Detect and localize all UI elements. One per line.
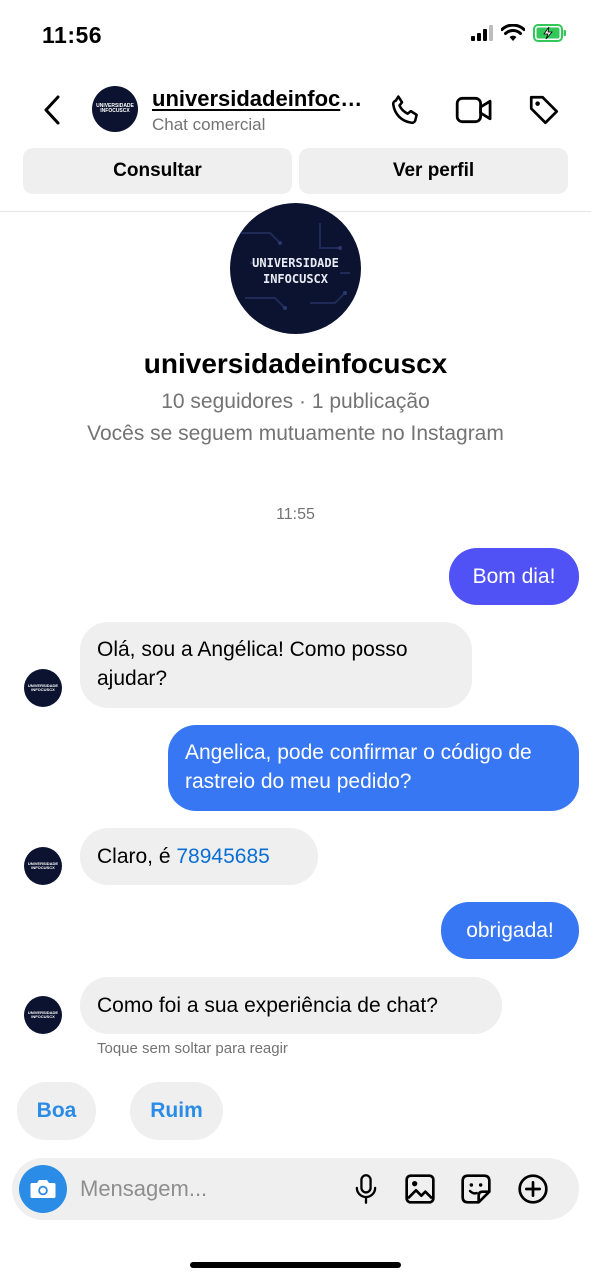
sticker-icon: [461, 1174, 491, 1204]
microphone-icon: [355, 1174, 377, 1204]
chat-header: UNIVERSIDADE INFOCUSCX universidadeinfoc…: [0, 78, 591, 142]
profile-mutual-follow: Vocês se seguem mutuamente no Instagram: [87, 422, 504, 445]
gallery-button[interactable]: [402, 1171, 438, 1207]
tag-icon: [529, 95, 559, 125]
outgoing-message[interactable]: obrigada!: [441, 902, 579, 959]
message-timestamp: 11:55: [276, 506, 315, 523]
react-hint: Toque sem soltar para reagir: [97, 1040, 288, 1057]
sender-avatar[interactable]: UNIVERSIDADE INFOCUSCX: [24, 669, 62, 707]
chevron-left-icon: [44, 95, 60, 125]
more-options-button[interactable]: [515, 1171, 551, 1207]
outgoing-message[interactable]: Angelica, pode confirmar o código de ras…: [168, 725, 579, 811]
profile-name: universidadeinfocuscx: [143, 348, 448, 379]
status-time: 11:56: [42, 22, 103, 48]
chat-title[interactable]: universidadeinfocuscx: [152, 86, 364, 112]
status-bar: 11:56: [0, 0, 591, 70]
profile-avatar-line1: UNIVERSIDADE: [252, 256, 339, 270]
phone-call-button[interactable]: [386, 90, 426, 130]
message-text: Claro, é: [97, 845, 177, 868]
outgoing-message[interactable]: Bom dia!: [449, 548, 579, 605]
incoming-message[interactable]: Como foi a sua experiência de chat?: [80, 977, 502, 1034]
home-indicator[interactable]: [190, 1262, 401, 1268]
camera-icon: [30, 1180, 56, 1198]
tag-button[interactable]: [524, 90, 564, 130]
message-composer: [12, 1158, 579, 1220]
status-icons: [471, 23, 567, 47]
profile-avatar[interactable]: UNIVERSIDADE INFOCUSCX: [230, 203, 361, 334]
video-camera-icon: [455, 96, 492, 124]
profile-avatar-line2: INFOCUSCX: [262, 272, 329, 286]
back-button[interactable]: [34, 90, 70, 130]
quick-reply-bad[interactable]: Ruim: [130, 1082, 223, 1140]
voice-message-button[interactable]: [348, 1171, 384, 1207]
consult-button[interactable]: Consultar: [23, 148, 292, 194]
sender-avatar[interactable]: UNIVERSIDADE INFOCUSCX: [24, 996, 62, 1034]
phone-icon: [391, 95, 418, 125]
header-avatar[interactable]: UNIVERSIDADE INFOCUSCX: [92, 86, 138, 132]
cellular-signal-icon: [471, 25, 493, 46]
sender-avatar[interactable]: UNIVERSIDADE INFOCUSCX: [24, 847, 62, 885]
battery-charging-icon: [533, 24, 567, 47]
profile-stats: 10 seguidores · 1 publicação: [161, 390, 430, 413]
quick-reply-good[interactable]: Boa: [17, 1082, 96, 1140]
tracking-code-link[interactable]: 78945685: [176, 845, 269, 868]
sender-avatar-text: UNIVERSIDADE INFOCUSCX: [27, 682, 59, 692]
gallery-icon: [405, 1174, 435, 1204]
sender-avatar-text: UNIVERSIDADE INFOCUSCX: [27, 860, 59, 870]
profile-avatar-text: UNIVERSIDADE INFOCUSCX: [230, 255, 361, 287]
video-call-button[interactable]: [454, 90, 494, 130]
message-input[interactable]: [80, 1174, 340, 1204]
header-avatar-text: UNIVERSIDADE INFOCUSCX: [96, 102, 134, 114]
sticker-button[interactable]: [458, 1171, 494, 1207]
wifi-icon: [500, 23, 526, 47]
plus-circle-icon: [518, 1174, 548, 1204]
incoming-message[interactable]: Olá, sou a Angélica! Como posso ajudar?: [80, 622, 472, 708]
view-profile-button[interactable]: Ver perfil: [299, 148, 568, 194]
sender-avatar-text: UNIVERSIDADE INFOCUSCX: [27, 1009, 59, 1019]
incoming-message[interactable]: Claro, é 78945685: [80, 828, 318, 885]
chat-subtitle: Chat comercial: [152, 115, 266, 134]
camera-button[interactable]: [19, 1165, 67, 1213]
